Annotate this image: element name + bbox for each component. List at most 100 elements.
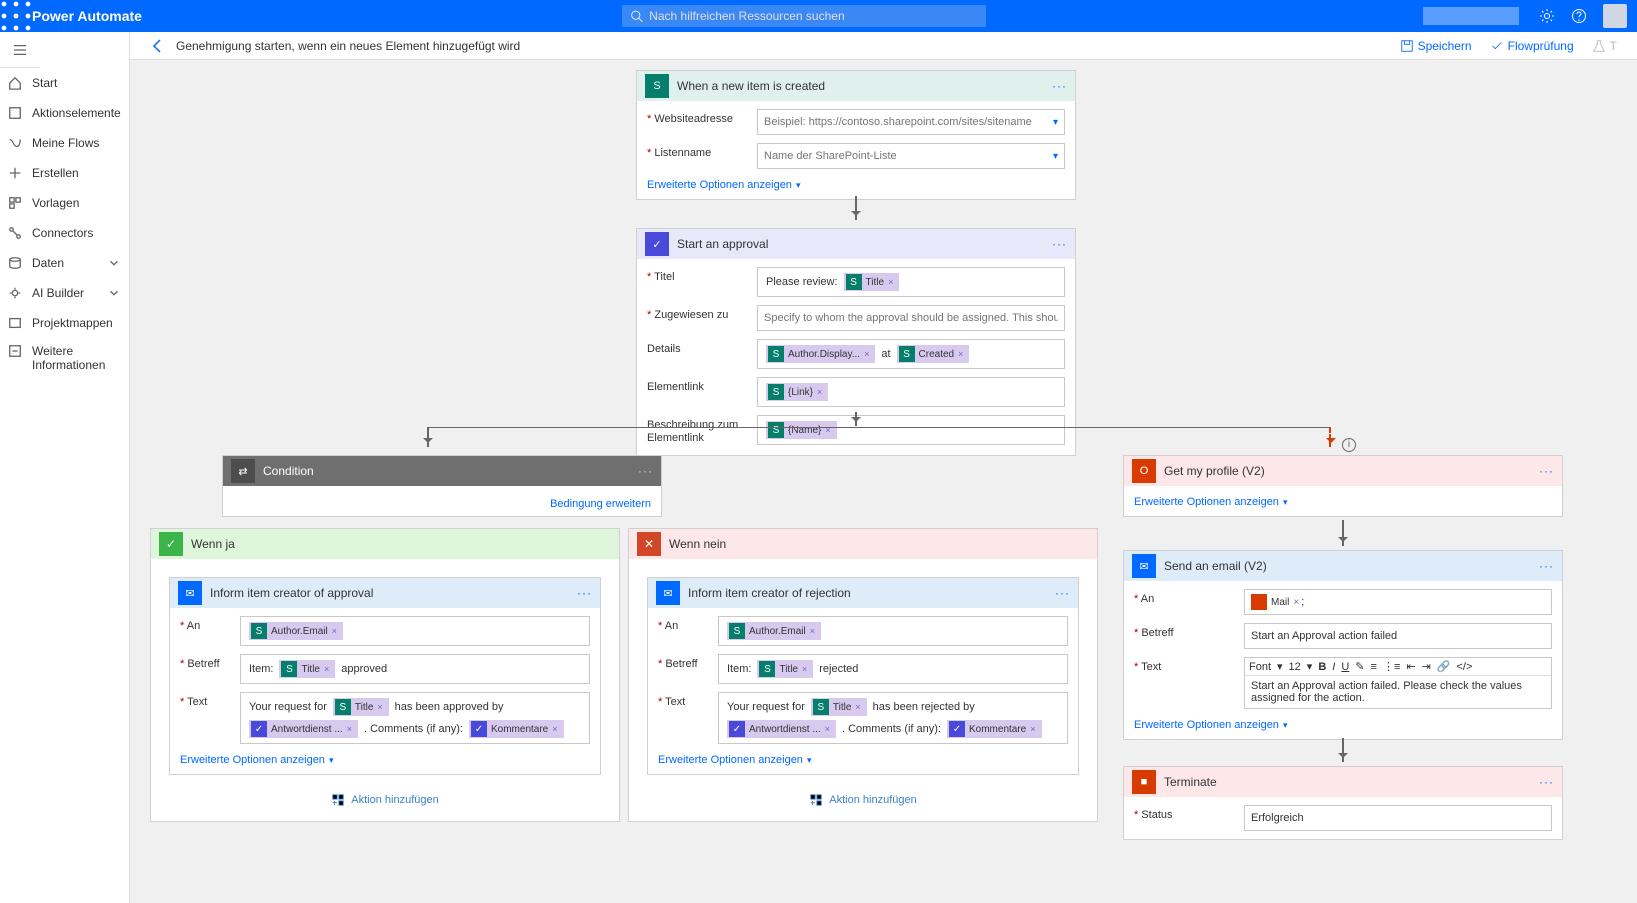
nav-connectors[interactable]: Connectors <box>0 218 129 248</box>
advanced-options-link[interactable]: Erweiterte Optionen anzeigen ▾ <box>180 754 333 766</box>
trigger-header[interactable]: S When a new item is created ··· <box>637 71 1075 101</box>
advanced-options-link[interactable]: Erweiterte Optionen anzeigen ▾ <box>658 754 811 766</box>
bold-button[interactable]: B <box>1318 661 1326 673</box>
to-field[interactable]: SAuthor.Email× <box>718 616 1068 646</box>
get-profile-card: O Get my profile (V2) ··· Erweiterte Opt… <box>1123 455 1563 517</box>
nav-my-flows[interactable]: Meine Flows <box>0 128 129 158</box>
inform-approval-card: ✉ Inform item creator of approval ··· An… <box>169 577 601 775</box>
no-header: ✕ Wenn nein <box>629 529 1097 559</box>
card-menu-button[interactable]: ··· <box>1539 775 1554 789</box>
site-input[interactable]: ▾ <box>757 109 1065 135</box>
terminate-card: ■ Terminate ··· Status Erfolgreich <box>1123 766 1563 840</box>
card-menu-button[interactable]: ··· <box>1052 237 1067 251</box>
get-profile-header[interactable]: O Get my profile (V2) ··· <box>1124 456 1562 486</box>
nav-more-info[interactable]: WeitereInformationen <box>0 338 129 378</box>
nav-ai-builder[interactable]: AI Builder <box>0 278 129 308</box>
card-menu-button[interactable]: ··· <box>1052 79 1067 93</box>
rtf-editor[interactable]: Font▾ 12▾ B I U ✎ ≡ ⋮≡ ⇤ ⇥ 🔗 </> Start a… <box>1244 657 1552 709</box>
body-field[interactable]: Start an Approval action failed. Please … <box>1245 676 1551 708</box>
list-input[interactable]: ▾ <box>757 143 1065 169</box>
terminate-header[interactable]: ■ Terminate ··· <box>1124 767 1562 797</box>
no-branch: ✕ Wenn nein ✉ Inform item creator of rej… <box>628 528 1098 822</box>
outdent-button[interactable]: ⇤ <box>1406 660 1415 673</box>
condition-card: ⇄ Condition ··· Bedingung erweitern <box>222 455 662 517</box>
save-button[interactable]: Speichern <box>1400 39 1472 53</box>
subject-field[interactable]: Item: STitle× rejected <box>718 654 1068 684</box>
trigger-card: S When a new item is created ··· Website… <box>636 70 1076 200</box>
waffle-icon[interactable] <box>0 0 32 32</box>
to-field[interactable]: SAuthor.Email× <box>240 616 590 646</box>
search-box[interactable] <box>622 5 986 27</box>
inform-rejection-header[interactable]: ✉ Inform item creator of rejection ··· <box>648 578 1078 608</box>
designer-toolbar: Genehmigung starten, wenn ein neues Elem… <box>130 32 1637 60</box>
color-button[interactable]: ✎ <box>1355 660 1364 673</box>
hamburger-button[interactable] <box>0 32 40 68</box>
connector-arrow <box>1342 520 1344 546</box>
add-action-button[interactable]: Aktion hinzufügen <box>151 793 619 807</box>
advanced-options-link[interactable]: Erweiterte Optionen anzeigen ▾ <box>647 179 800 191</box>
nav-create[interactable]: Erstellen <box>0 158 129 188</box>
title-field[interactable]: Please review: STitle× <box>757 267 1065 297</box>
avatar[interactable] <box>1603 4 1627 28</box>
card-menu-button[interactable]: ··· <box>638 464 653 478</box>
approval-header[interactable]: ✓ Start an approval ··· <box>637 229 1075 259</box>
subject-field[interactable]: Start an Approval action failed <box>1244 623 1552 649</box>
branch-line <box>428 427 1330 428</box>
expand-condition-link[interactable]: Bedingung erweitern <box>550 498 651 510</box>
add-action-button[interactable]: Aktion hinzufügen <box>629 793 1097 807</box>
inform-approval-header[interactable]: ✉ Inform item creator of approval ··· <box>170 578 600 608</box>
help-icon[interactable] <box>1571 8 1587 24</box>
card-menu-button[interactable]: ··· <box>1539 464 1554 478</box>
body-field[interactable]: Your request for STitle× has been approv… <box>240 692 590 744</box>
assigned-field[interactable] <box>757 305 1065 331</box>
nav-start[interactable]: Start <box>0 68 129 98</box>
condition-icon: ⇄ <box>231 459 255 483</box>
settings-icon[interactable] <box>1539 8 1555 24</box>
subject-field[interactable]: Item: STitle× approved <box>240 654 590 684</box>
nav-solutions[interactable]: Projektmappen <box>0 308 129 338</box>
advanced-options-link[interactable]: Erweiterte Optionen anzeigen ▾ <box>1134 496 1287 508</box>
dropdown-icon[interactable]: ▾ <box>1053 151 1058 162</box>
search-input[interactable] <box>649 9 978 23</box>
app-header: Power Automate <box>0 0 1637 32</box>
flow-check-button[interactable]: Flowprüfung <box>1490 39 1574 53</box>
linkdesc-field[interactable]: S{Name}× <box>757 415 1065 445</box>
card-menu-button[interactable]: ··· <box>1055 586 1070 600</box>
to-field[interactable]: Mail×; <box>1244 589 1552 615</box>
info-icon[interactable]: i <box>1342 438 1356 452</box>
tenant-badge <box>1423 7 1519 25</box>
search-icon <box>630 9 643 23</box>
body-field[interactable]: Your request for STitle× has been reject… <box>718 692 1068 744</box>
font-select[interactable]: Font <box>1249 661 1271 673</box>
italic-button[interactable]: I <box>1332 661 1335 673</box>
status-select[interactable]: Erfolgreich <box>1244 805 1552 831</box>
link-field[interactable]: S{Link}× <box>757 377 1065 407</box>
nav-data[interactable]: Daten <box>0 248 129 278</box>
flow-canvas[interactable]: S When a new item is created ··· Website… <box>130 60 1637 903</box>
back-icon[interactable] <box>150 38 166 54</box>
list-label: Listenname <box>647 143 757 159</box>
numlist-button[interactable]: ⋮≡ <box>1383 660 1400 673</box>
indent-button[interactable]: ⇥ <box>1422 660 1431 673</box>
nav-templates[interactable]: Vorlagen <box>0 188 129 218</box>
dropdown-icon[interactable]: ▾ <box>1053 117 1058 128</box>
inform-rejection-card: ✉ Inform item creator of rejection ··· A… <box>647 577 1079 775</box>
card-menu-button[interactable]: ··· <box>1539 559 1554 573</box>
sidebar: Start Aktionselemente Meine Flows Erstel… <box>0 32 130 903</box>
nav-action-items[interactable]: Aktionselemente <box>0 98 129 128</box>
condition-header[interactable]: ⇄ Condition ··· <box>223 456 661 486</box>
app-title: Power Automate <box>32 8 142 24</box>
send-email-header[interactable]: ✉ Send an email (V2) ··· <box>1124 551 1562 581</box>
details-field[interactable]: SAuthor.Display...× at SCreated× <box>757 339 1065 369</box>
yes-branch: ✓ Wenn ja ✉ Inform item creator of appro… <box>150 528 620 822</box>
test-button[interactable]: T <box>1592 39 1617 53</box>
size-select[interactable]: 12 <box>1289 661 1301 673</box>
code-view-button[interactable]: </> <box>1457 661 1473 673</box>
underline-button[interactable]: U <box>1341 661 1349 673</box>
link-button[interactable]: 🔗 <box>1437 660 1451 673</box>
sharepoint-icon: S <box>645 74 669 98</box>
list-button[interactable]: ≡ <box>1371 661 1377 673</box>
card-menu-button[interactable]: ··· <box>577 586 592 600</box>
advanced-options-link[interactable]: Erweiterte Optionen anzeigen ▾ <box>1134 719 1287 731</box>
office-icon <box>1251 594 1267 610</box>
